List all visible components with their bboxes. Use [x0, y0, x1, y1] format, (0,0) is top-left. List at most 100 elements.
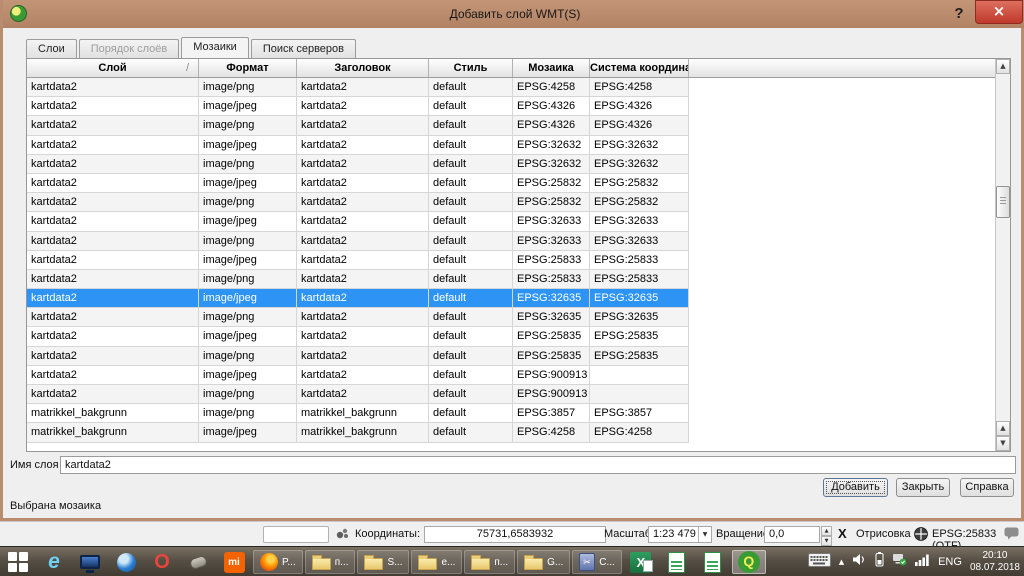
- coordinates-label: Координаты:: [355, 528, 420, 540]
- table-cell: kartdata2: [297, 174, 429, 193]
- help-button[interactable]: Справка: [960, 478, 1014, 497]
- column-header[interactable]: Формат: [199, 59, 297, 77]
- calc-window[interactable]: [696, 548, 730, 576]
- table-row[interactable]: kartdata2image/pngkartdata2defaultEPSG:2…: [27, 193, 689, 212]
- tab-Порядок слоёв: Порядок слоёв: [79, 39, 180, 58]
- render-checkbox[interactable]: X: [838, 526, 847, 541]
- qgis-window[interactable]: Q: [732, 550, 766, 574]
- utility-app[interactable]: [181, 548, 215, 576]
- tracking-icon[interactable]: [335, 527, 349, 544]
- table-cell: EPSG:32633: [590, 212, 689, 231]
- tab-Слои[interactable]: Слои: [26, 39, 77, 58]
- calc-window[interactable]: [660, 548, 694, 576]
- mi-app[interactable]: mi: [217, 548, 251, 576]
- calc-icon: [704, 552, 721, 573]
- tab-Поиск серверов[interactable]: Поиск серверов: [251, 39, 356, 58]
- table-row[interactable]: kartdata2image/pngkartdata2defaultEPSG:3…: [27, 232, 689, 251]
- scroll-up-icon[interactable]: ▲: [996, 59, 1010, 74]
- table-cell: EPSG:3857: [590, 404, 689, 423]
- thunderbird[interactable]: [109, 548, 143, 576]
- table-row[interactable]: kartdata2image/jpegkartdata2defaultEPSG:…: [27, 97, 689, 116]
- folder-window[interactable]: S...: [357, 550, 409, 574]
- table-cell: image/png: [199, 404, 297, 423]
- table-cell: image/jpeg: [199, 251, 297, 270]
- table-cell: kartdata2: [27, 155, 199, 174]
- table-row[interactable]: kartdata2image/pngkartdata2defaultEPSG:2…: [27, 347, 689, 366]
- table-row[interactable]: kartdata2image/jpegkartdata2defaultEPSG:…: [27, 289, 689, 308]
- clock[interactable]: 20:10 08.07.2018: [970, 550, 1020, 575]
- table-cell: EPSG:900913: [513, 366, 590, 385]
- table-row[interactable]: kartdata2image/jpegkartdata2defaultEPSG:…: [27, 136, 689, 155]
- header-filler: [689, 59, 1010, 77]
- rotation-spinner[interactable]: 0,0: [764, 526, 820, 543]
- message-bubble-icon[interactable]: [1004, 527, 1019, 543]
- add-button[interactable]: Добавить: [823, 478, 888, 497]
- keyboard-icon[interactable]: [808, 553, 831, 572]
- table-cell: EPSG:25835: [513, 327, 590, 346]
- table-row[interactable]: kartdata2image/jpegkartdata2defaultEPSG:…: [27, 251, 689, 270]
- close-icon[interactable]: ×: [975, 0, 1023, 24]
- table-cell: EPSG:25833: [590, 270, 689, 289]
- scale-combobox[interactable]: 1:23 479 ▼: [648, 526, 712, 543]
- signal-icon[interactable]: [915, 553, 930, 571]
- table-row[interactable]: kartdata2image/pngkartdata2defaultEPSG:3…: [27, 308, 689, 327]
- table-row[interactable]: kartdata2image/jpegkartdata2defaultEPSG:…: [27, 212, 689, 231]
- table-row[interactable]: kartdata2image/pngkartdata2defaultEPSG:9…: [27, 385, 689, 404]
- table-row[interactable]: kartdata2image/jpegkartdata2defaultEPSG:…: [27, 174, 689, 193]
- column-header[interactable]: Мозаика: [513, 59, 590, 77]
- table-cell: default: [429, 212, 513, 231]
- coordinates-input[interactable]: 75731,6583932: [424, 526, 606, 543]
- internet-explorer[interactable]: e: [37, 548, 71, 576]
- folder-window[interactable]: G...: [517, 550, 570, 574]
- table-row[interactable]: matrikkel_bakgrunnimage/pngmatrikkel_bak…: [27, 404, 689, 423]
- table-cell: [590, 366, 689, 385]
- column-header[interactable]: Стиль: [429, 59, 513, 77]
- archive-window[interactable]: C...: [572, 550, 622, 574]
- render-label: Отрисовка: [856, 528, 911, 540]
- folder-window[interactable]: п...: [464, 550, 515, 574]
- rotation-spinner-arrows[interactable]: ▲▼: [821, 526, 832, 543]
- display-app[interactable]: [73, 548, 107, 576]
- network-icon[interactable]: [892, 553, 907, 571]
- language-indicator[interactable]: ENG: [938, 556, 962, 568]
- battery-icon[interactable]: [875, 552, 884, 572]
- column-header[interactable]: Заголовок: [297, 59, 429, 77]
- folder-window[interactable]: e...: [411, 550, 462, 574]
- table-cell: image/png: [199, 270, 297, 289]
- column-header[interactable]: Слой/: [27, 59, 199, 77]
- column-header[interactable]: Система координат: [590, 59, 689, 77]
- layer-name-input[interactable]: kartdata2: [60, 456, 1016, 474]
- table-row[interactable]: kartdata2image/jpegkartdata2defaultEPSG:…: [27, 327, 689, 346]
- start-button[interactable]: [1, 548, 35, 576]
- volume-icon[interactable]: [852, 553, 867, 571]
- close-button[interactable]: Закрыть: [896, 478, 950, 497]
- table-cell: kartdata2: [297, 327, 429, 346]
- firefox-window[interactable]: P...: [253, 550, 303, 574]
- table-cell: EPSG:4326: [513, 97, 590, 116]
- table-cell: kartdata2: [27, 289, 199, 308]
- table-row[interactable]: kartdata2image/pngkartdata2defaultEPSG:4…: [27, 116, 689, 135]
- help-icon[interactable]: ?: [949, 3, 969, 25]
- table-row[interactable]: kartdata2image/pngkartdata2defaultEPSG:3…: [27, 155, 689, 174]
- table-cell: kartdata2: [27, 251, 199, 270]
- crs-icon[interactable]: [914, 527, 928, 544]
- table-header[interactable]: Слой/ФорматЗаголовокСтильМозаикаСистема …: [27, 59, 1010, 78]
- scrollbar-thumb[interactable]: [996, 186, 1010, 218]
- table-row[interactable]: kartdata2image/pngkartdata2defaultEPSG:2…: [27, 270, 689, 289]
- table-row[interactable]: kartdata2image/jpegkartdata2defaultEPSG:…: [27, 366, 689, 385]
- table-row[interactable]: matrikkel_bakgrunnimage/jpegmatrikkel_ba…: [27, 423, 689, 442]
- taskbar-item-label: C...: [599, 557, 615, 568]
- scroll-up2-icon[interactable]: ▲: [996, 421, 1010, 436]
- excel[interactable]: X: [624, 548, 658, 576]
- chevron-down-icon[interactable]: ▼: [698, 527, 711, 542]
- vertical-scrollbar[interactable]: ▲ ▲ ▼: [995, 59, 1010, 451]
- tray-expand-icon[interactable]: ▲: [839, 558, 844, 566]
- dialog-status-text: Выбрана мозаика: [10, 500, 101, 512]
- tab-Мозаики[interactable]: Мозаики: [181, 37, 249, 58]
- table-row[interactable]: kartdata2image/pngkartdata2defaultEPSG:4…: [27, 78, 689, 97]
- scroll-down-icon[interactable]: ▼: [996, 436, 1010, 451]
- opera[interactable]: O: [145, 548, 179, 576]
- table-cell: kartdata2: [27, 116, 199, 135]
- dialog-titlebar[interactable]: Добавить слой WMT(S) ? ×: [3, 0, 1024, 28]
- folder-window[interactable]: п...: [305, 550, 356, 574]
